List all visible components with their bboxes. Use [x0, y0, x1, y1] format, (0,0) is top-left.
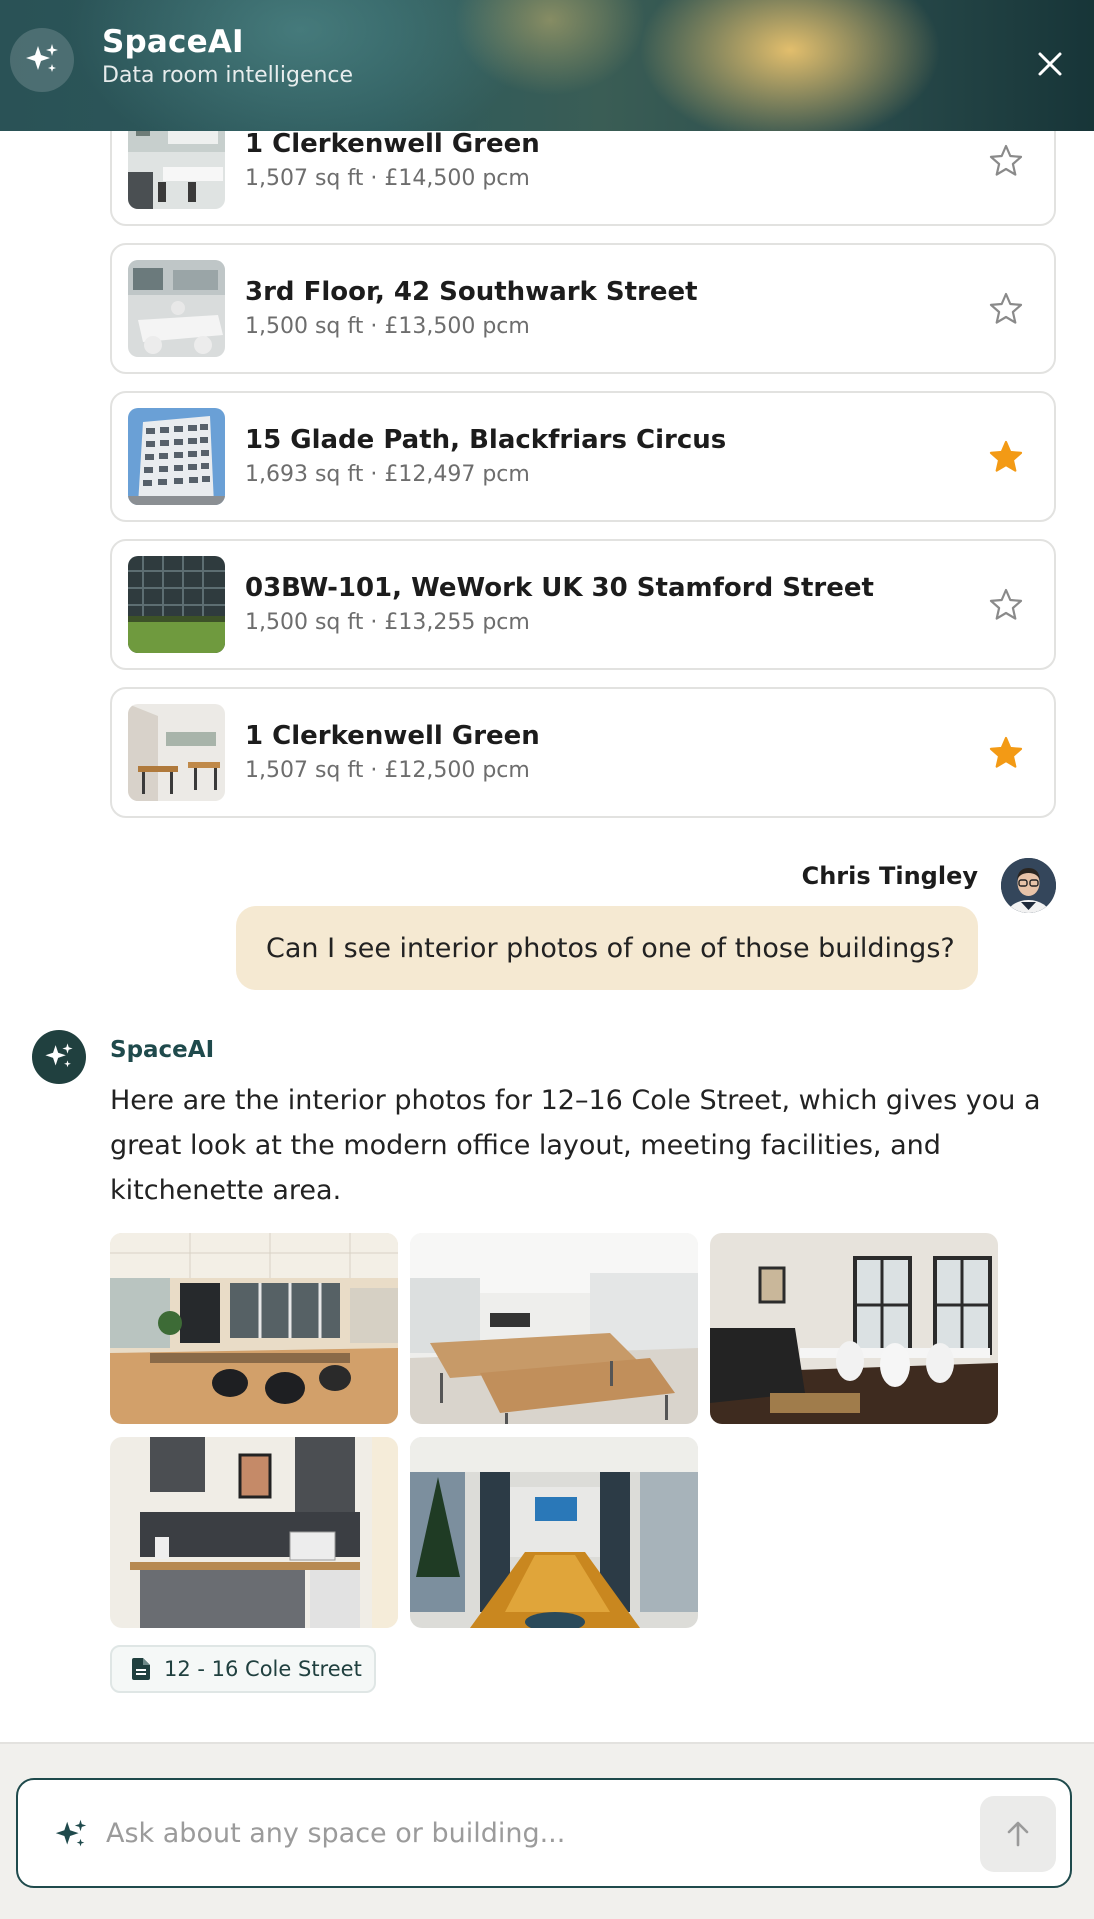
interior-photo[interactable]	[110, 1233, 398, 1424]
app-subtitle: Data room intelligence	[102, 63, 354, 88]
sparkle-icon	[55, 1819, 87, 1847]
property-meta: 1,500 sq ft · £13,255 pcm	[245, 610, 530, 635]
avatar	[1001, 858, 1056, 913]
property-card[interactable]: 1 Clerkenwell Green 1,507 sq ft · £12,50…	[110, 687, 1056, 818]
star-icon[interactable]	[988, 143, 1024, 179]
star-icon[interactable]	[988, 735, 1024, 771]
property-name: 15 Glade Path, Blackfriars Circus	[245, 425, 727, 455]
chat-panel: { "app": { "title": "SpaceAI", "subtitle…	[0, 0, 1094, 1919]
property-meta: 1,507 sq ft · £14,500 pcm	[245, 166, 530, 191]
sparkle-icon	[45, 1043, 73, 1068]
interior-photo[interactable]	[410, 1233, 698, 1424]
property-meta: 1,693 sq ft · £12,497 pcm	[245, 462, 530, 487]
close-button[interactable]	[1030, 44, 1070, 84]
sparkle-icon	[26, 44, 58, 72]
property-card[interactable]: 3rd Floor, 42 Southwark Street 1,500 sq …	[110, 243, 1056, 374]
property-name: 1 Clerkenwell Green	[245, 129, 540, 159]
interior-photo[interactable]	[410, 1437, 698, 1628]
star-icon[interactable]	[988, 439, 1024, 475]
user-message-bubble: Can I see interior photos of one of thos…	[236, 906, 978, 990]
property-name: 3rd Floor, 42 Southwark Street	[245, 277, 698, 307]
ai-message-text: Here are the interior photos for 12–16 C…	[110, 1085, 1041, 1206]
user-name: Chris Tingley	[801, 862, 978, 890]
star-icon[interactable]	[988, 291, 1024, 327]
interior-photo[interactable]	[110, 1437, 398, 1628]
arrow-up-icon	[1007, 1821, 1029, 1847]
source-document-label: 12 - 16 Cole Street	[164, 1657, 362, 1681]
property-thumbnail	[128, 260, 225, 357]
user-message-text: Can I see interior photos of one of thos…	[266, 932, 955, 964]
chat-input[interactable]	[106, 1808, 966, 1858]
property-name: 1 Clerkenwell Green	[245, 721, 540, 751]
ai-name: SpaceAI	[110, 1037, 215, 1063]
interior-photo[interactable]	[710, 1233, 998, 1424]
property-card[interactable]: 15 Glade Path, Blackfriars Circus 1,693 …	[110, 391, 1056, 522]
property-thumbnail	[128, 704, 225, 801]
property-meta: 1,500 sq ft · £13,500 pcm	[245, 314, 530, 339]
close-icon	[1038, 52, 1062, 76]
property-name: 03BW-101, WeWork UK 30 Stamford Street	[245, 573, 874, 603]
document-icon	[132, 1658, 150, 1680]
app-logo	[10, 28, 74, 92]
source-document-chip[interactable]: 12 - 16 Cole Street	[110, 1645, 376, 1693]
ai-avatar	[32, 1030, 86, 1084]
chat-input-container[interactable]	[16, 1778, 1072, 1888]
property-thumbnail	[128, 556, 225, 653]
send-button[interactable]	[980, 1796, 1056, 1872]
composer	[0, 1742, 1094, 1919]
property-meta: 1,507 sq ft · £12,500 pcm	[245, 758, 530, 783]
header: SpaceAI Data room intelligence	[0, 0, 1094, 131]
star-icon[interactable]	[988, 587, 1024, 623]
app-title: SpaceAI	[102, 24, 244, 60]
property-thumbnail	[128, 408, 225, 505]
property-card[interactable]: 03BW-101, WeWork UK 30 Stamford Street 1…	[110, 539, 1056, 670]
